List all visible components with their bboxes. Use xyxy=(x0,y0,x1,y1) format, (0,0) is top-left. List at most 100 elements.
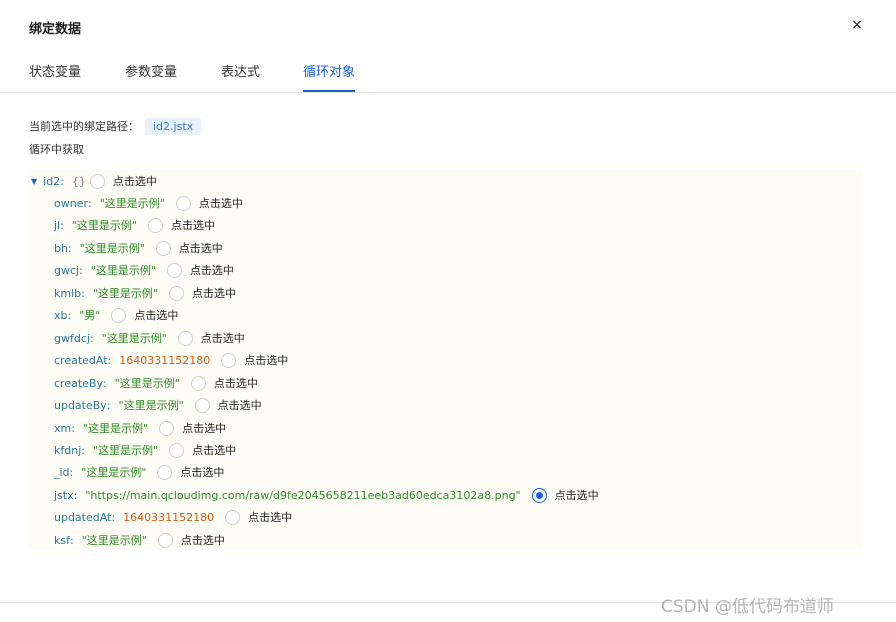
select-radio[interactable] xyxy=(190,375,206,391)
select-radio-label[interactable]: 点击选中 xyxy=(192,442,236,458)
tree-value: "这里是示例" xyxy=(90,264,156,277)
tree-colon: : xyxy=(67,308,72,322)
select-radio[interactable] xyxy=(175,195,191,211)
tree-item-jl-row: jl: "这里是示例" 点击选中 xyxy=(54,215,215,235)
tab-state-variables[interactable]: 状态变量 xyxy=(29,61,81,92)
tree-item-bh-row: bh: "这里是示例" 点击选中 xyxy=(54,238,223,258)
close-icon[interactable]: × xyxy=(849,16,865,34)
tree-colon: : xyxy=(107,353,112,367)
select-radio-label[interactable]: 点击选中 xyxy=(248,509,292,525)
tree-colon: : xyxy=(71,421,75,435)
select-radio[interactable] xyxy=(166,262,182,278)
tree-item-createBy-row: createBy: "这里是示例" 点击选中 xyxy=(54,373,258,393)
select-radio[interactable] xyxy=(147,217,163,233)
tree-key: jstx xyxy=(54,488,74,502)
tree-key: gwfdcj xyxy=(54,331,90,345)
tree-key: _id xyxy=(54,465,70,479)
tree-item-xb-row: xb: "男" 点击选中 xyxy=(54,305,178,325)
select-radio-label[interactable]: 点击选中 xyxy=(201,330,245,346)
tree-key: owner xyxy=(54,196,88,210)
select-radio[interactable] xyxy=(157,464,173,480)
select-radio-label[interactable]: 点击选中 xyxy=(214,375,258,391)
tree-colon: : xyxy=(69,465,74,479)
tree-colon: : xyxy=(106,398,111,412)
tree-key: xb xyxy=(54,308,68,322)
select-radio[interactable] xyxy=(194,397,210,413)
select-radio[interactable] xyxy=(169,442,185,458)
select-radio-label[interactable]: 点击选中 xyxy=(113,173,157,189)
tree-value: "这里是示例" xyxy=(118,399,184,412)
tree-item-createdAt-row: createdAt:1640331152180 点击选中 xyxy=(54,350,288,370)
select-radio[interactable] xyxy=(89,173,105,189)
caret-down-icon[interactable]: ▼ xyxy=(31,177,37,186)
select-radio[interactable] xyxy=(111,307,127,323)
tree-colon: : xyxy=(79,263,83,277)
select-radio-label[interactable]: 点击选中 xyxy=(244,352,288,368)
tree-item-gwcj-row: gwcj: "这里是示例" 点击选中 xyxy=(54,260,234,280)
select-radio-label[interactable]: 点击选中 xyxy=(180,464,224,480)
select-radio[interactable] xyxy=(168,285,184,301)
tree-colon: : xyxy=(69,533,74,547)
tree-value: "这里是示例" xyxy=(81,534,147,547)
tree-item-id-row: _id: "这里是示例" 点击选中 xyxy=(54,462,224,482)
tree-key: ksf xyxy=(54,533,70,547)
tree-value: "https://main.qcloudimg.com/raw/d9fe2045… xyxy=(85,488,521,502)
select-radio-label[interactable]: 点击选中 xyxy=(199,195,243,211)
tree-value: 1640331152180 xyxy=(123,510,215,524)
tree-colon: : xyxy=(73,488,78,502)
tree-key: bh xyxy=(54,241,68,255)
tree-value: {} xyxy=(71,174,86,188)
tree-root-row: ▼ id2 : {} 点击选中 xyxy=(31,171,157,191)
select-radio[interactable] xyxy=(221,352,237,368)
json-tree: ▼ id2 : {} 点击选中 owner: "这里是示例" 点击选中 jl: "这里是… xyxy=(27,169,863,550)
tree-value: 1640331152180 xyxy=(119,353,211,367)
tree-colon: : xyxy=(88,196,92,210)
select-radio[interactable] xyxy=(531,487,547,503)
select-radio[interactable] xyxy=(157,532,173,548)
tree-key: updateBy xyxy=(54,398,107,412)
select-radio-label[interactable]: 点击选中 xyxy=(190,262,234,278)
tree-colon: : xyxy=(111,510,116,524)
tree-key: createdAt xyxy=(54,353,108,367)
tree-item-kmlb-row: kmlb: "这里是示例" 点击选中 xyxy=(54,283,236,303)
select-radio-label[interactable]: 点击选中 xyxy=(182,420,226,436)
tree-value: "这里是示例" xyxy=(92,287,158,300)
tree-value: "这里是示例" xyxy=(82,422,149,435)
tab-param-variables[interactable]: 参数变量 xyxy=(125,61,177,92)
select-radio[interactable] xyxy=(155,240,171,256)
select-radio-label[interactable]: 点击选中 xyxy=(134,307,178,323)
tree-item-updatedAt-row: updatedAt:1640331152180 点击选中 xyxy=(54,507,292,527)
tree-colon: : xyxy=(89,331,94,345)
select-radio[interactable] xyxy=(225,509,241,525)
tree-item-kfdnj-row: kfdnj: "这里是示例" 点击选中 xyxy=(54,440,236,460)
select-radio[interactable] xyxy=(159,420,175,436)
tree-item-xm-row: xm: "这里是示例" 点击选中 xyxy=(54,418,226,438)
select-radio[interactable] xyxy=(177,330,193,346)
tree-value: "这里是示例" xyxy=(71,219,137,232)
tree-key: gwcj xyxy=(54,263,80,277)
binding-path-value: id2.jstx xyxy=(145,117,202,135)
select-radio-label[interactable]: 点击选中 xyxy=(179,240,223,256)
select-radio-label[interactable]: 点击选中 xyxy=(171,217,215,233)
select-radio-label[interactable]: 点击选中 xyxy=(555,487,599,503)
tab-expression[interactable]: 表达式 xyxy=(221,61,260,92)
tab-loop-object[interactable]: 循环对象 xyxy=(303,61,356,92)
tree-colon: : xyxy=(67,241,72,255)
tree-item-ksf-row: ksf: "这里是示例" 点击选中 xyxy=(54,530,225,550)
select-radio-label[interactable]: 点击选中 xyxy=(192,285,236,301)
tree-value: "这里是示例" xyxy=(114,377,180,390)
select-radio-label[interactable]: 点击选中 xyxy=(218,397,262,413)
loop-source-label: 循环中获取 xyxy=(29,143,84,156)
select-radio-label[interactable]: 点击选中 xyxy=(181,532,225,548)
tab-bar: 状态变量 参数变量 表达式 循环对象 xyxy=(0,56,896,93)
dialog-title: 绑定数据 xyxy=(29,22,82,37)
tree-key: kmlb xyxy=(54,286,82,300)
tree-key: updatedAt xyxy=(54,510,112,524)
tree-colon: : xyxy=(60,174,64,188)
tree-key: kfdnj xyxy=(54,443,82,457)
tree-item-owner-row: owner: "这里是示例" 点击选中 xyxy=(54,193,243,213)
watermark: CSDN @低代码布道师 xyxy=(661,597,834,617)
tree-colon: : xyxy=(81,286,85,300)
tree-value: "这里是示例" xyxy=(81,466,147,479)
tree-colon: : xyxy=(81,443,85,457)
